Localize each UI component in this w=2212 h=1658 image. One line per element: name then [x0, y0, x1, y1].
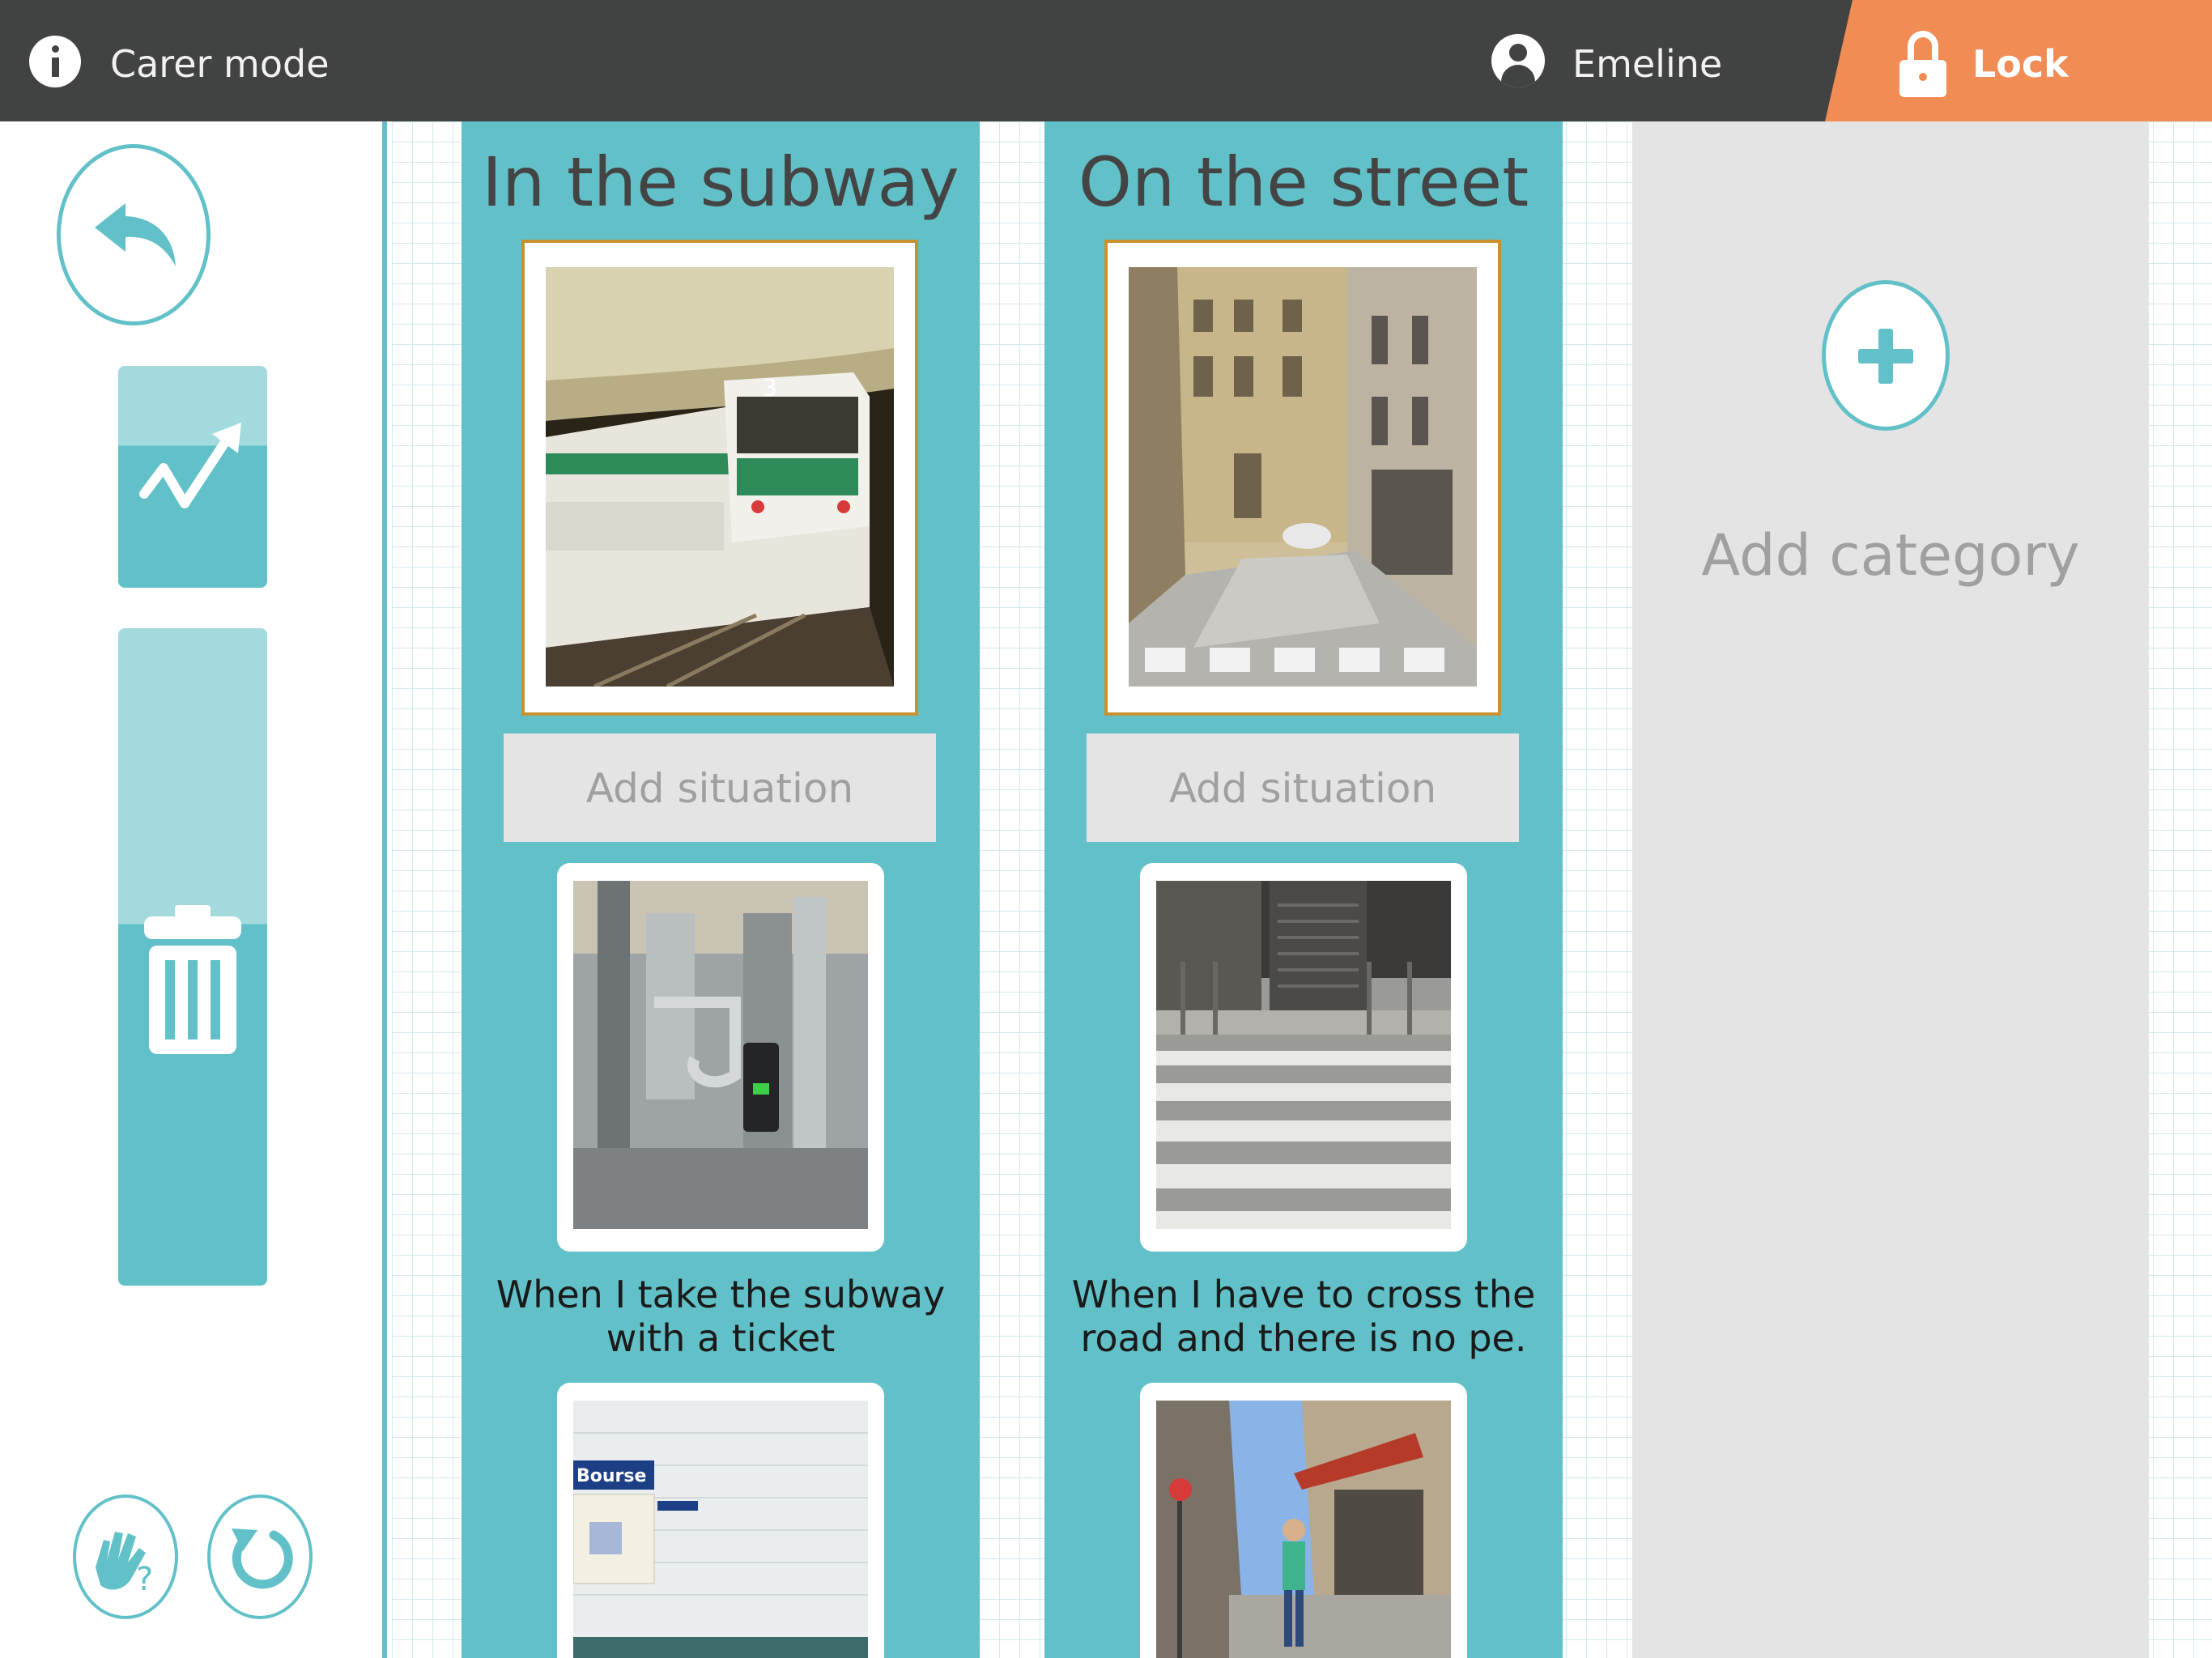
category-title: In the subway: [482, 142, 959, 222]
crosswalk-photo: [1156, 881, 1451, 1229]
progress-chart-icon: [139, 423, 241, 508]
add-situation-label: Add situation: [1168, 765, 1437, 812]
plus-icon: [1822, 280, 1950, 431]
add-situation-button[interactable]: Add situation: [504, 733, 936, 842]
statistics-button[interactable]: [118, 366, 267, 588]
bourse-sign: Bourse: [576, 1466, 646, 1486]
back-button[interactable]: [57, 144, 211, 325]
user-name[interactable]: Emeline: [1572, 43, 1722, 85]
help-button[interactable]: ?: [73, 1494, 178, 1619]
svg-text:3: 3: [763, 374, 777, 401]
svg-text:?: ?: [136, 1561, 153, 1598]
add-category-button[interactable]: Add category: [1632, 121, 2149, 1658]
situation-card[interactable]: [557, 863, 884, 1252]
lock-label: Lock: [1972, 42, 2069, 86]
subway-train-photo: 3: [546, 267, 894, 687]
back-arrow-icon: [95, 203, 176, 266]
ticket-gate-photo: [573, 881, 868, 1229]
situation-label: When I have to cross the road and there …: [1071, 1273, 1536, 1360]
situation-card[interactable]: Bourse: [557, 1383, 884, 1658]
category-title: On the street: [1078, 142, 1529, 222]
situation-card[interactable]: [1140, 863, 1467, 1252]
sidebar: ?: [0, 121, 387, 1658]
bourse-station-photo: Bourse: [573, 1401, 868, 1658]
lock-button[interactable]: Lock: [1825, 0, 2212, 121]
refresh-button[interactable]: [207, 1494, 313, 1619]
refresh-icon: [232, 1528, 293, 1589]
add-category-label: Add category: [1701, 522, 2080, 589]
lock-icon: [1899, 31, 1946, 97]
carer-mode-label: Carer mode: [110, 42, 330, 86]
info-icon[interactable]: [29, 36, 81, 87]
category-photo[interactable]: [1104, 240, 1501, 716]
category-column-street: On the street Add situation When I have …: [1044, 121, 1563, 1658]
add-situation-button[interactable]: Add situation: [1087, 733, 1519, 842]
add-situation-label: Add situation: [585, 765, 854, 812]
category-photo[interactable]: 3: [521, 240, 918, 716]
situation-label: When I take the subway with a ticket: [496, 1273, 946, 1360]
situation-card[interactable]: [1140, 1383, 1467, 1658]
help-hand-icon: ?: [96, 1532, 153, 1598]
category-board: In the subway 3 Add situation When I tak…: [392, 121, 2212, 1658]
top-bar: Carer mode Emeline Lock: [0, 0, 2212, 121]
delete-trash-button[interactable]: [118, 628, 267, 1286]
street-photo: [1129, 267, 1477, 687]
user-avatar-icon[interactable]: [1491, 34, 1545, 87]
trash-icon: [144, 905, 241, 1054]
pedestrian-street-photo: [1156, 1401, 1451, 1658]
category-column-subway: In the subway 3 Add situation When I tak…: [462, 121, 980, 1658]
